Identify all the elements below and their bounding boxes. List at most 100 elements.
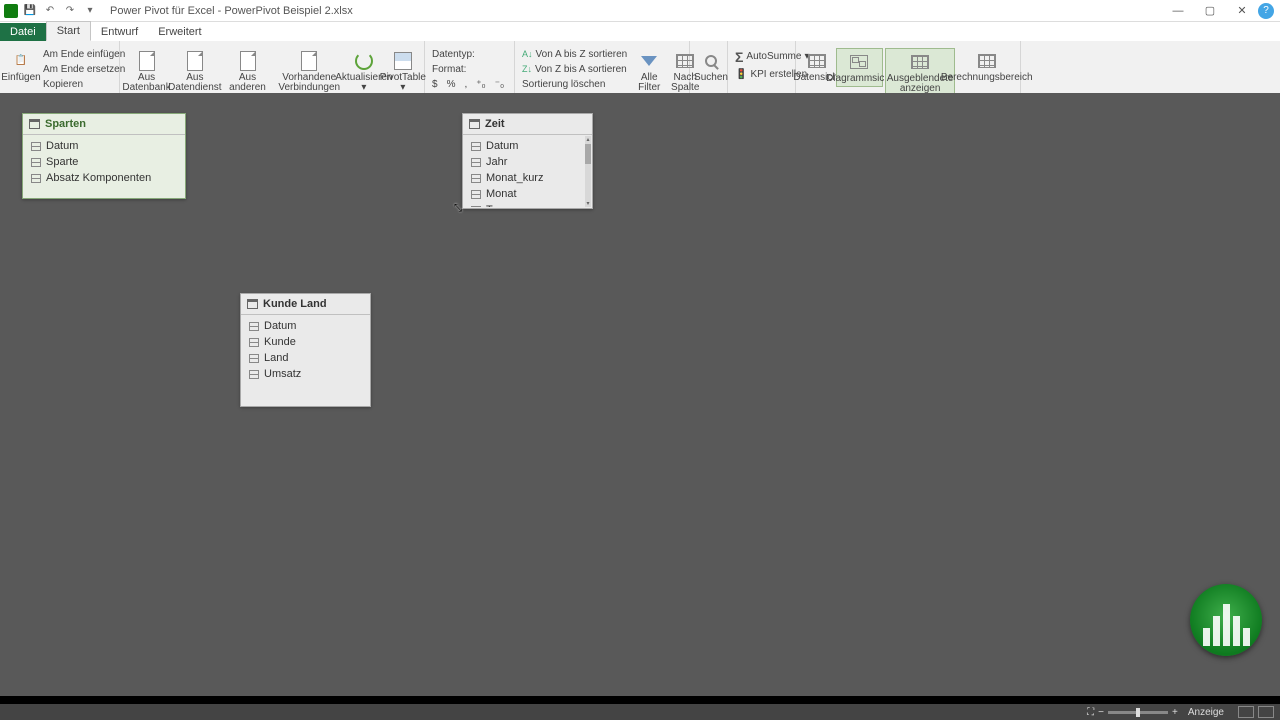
funnel-icon	[641, 56, 657, 66]
diagram-canvas[interactable]: Sparten Datum Sparte Absatz Komponenten …	[0, 93, 1280, 696]
refresh-button[interactable]: Aktualisieren ▾	[344, 48, 384, 96]
connections-icon	[301, 51, 317, 71]
paste-button[interactable]: 📋 Einfügen	[4, 48, 38, 86]
field-sparten-datum[interactable]: Datum	[27, 138, 181, 154]
paste-replace-button[interactable]: Am Ende ersetzen	[40, 63, 128, 76]
tab-file[interactable]: Datei	[0, 23, 46, 41]
column-icon	[471, 174, 481, 183]
sort-za-button[interactable]: Z↓Von Z bis A sortieren	[519, 63, 630, 76]
diagramview-icon	[850, 55, 868, 69]
find-button[interactable]: Suchen	[694, 48, 728, 86]
sort-az-button[interactable]: A↓Von A bis Z sortieren	[519, 48, 630, 61]
sort-az-icon: A↓	[522, 49, 533, 59]
column-icon	[471, 190, 481, 199]
field-zeit-tag[interactable]: Tag	[467, 202, 588, 207]
ribbon: 📋 Einfügen Am Ende einfügen Am Ende erse…	[0, 41, 1280, 97]
scroll-down-icon[interactable]: ▾	[585, 200, 591, 207]
table-icon	[469, 119, 480, 129]
zoom-knob[interactable]	[1136, 708, 1140, 717]
column-icon	[249, 338, 259, 347]
field-zeit-jahr[interactable]: Jahr	[467, 154, 588, 170]
clear-sort-button[interactable]: Sortierung löschen	[519, 78, 630, 91]
tab-start[interactable]: Start	[46, 21, 91, 41]
close-button[interactable]: ✕	[1226, 0, 1258, 22]
table-icon	[29, 119, 40, 129]
ribbon-tabstrip: Datei Start Entwurf Erweitert	[0, 22, 1280, 41]
existing-connections-button[interactable]: Vorhandene Verbindungen	[276, 48, 342, 96]
table-zeit-title: Zeit	[485, 118, 505, 130]
qat-undo-icon[interactable]: ↶	[42, 3, 58, 19]
zoom-in-button[interactable]: +	[1172, 707, 1178, 718]
scroll-thumb[interactable]	[585, 144, 591, 164]
qat-customize-icon[interactable]: ▾	[82, 3, 98, 19]
field-kl-land[interactable]: Land	[245, 350, 366, 366]
field-zeit-monat[interactable]: Monat	[467, 186, 588, 202]
othersource-icon	[240, 51, 256, 71]
minimize-button[interactable]: —	[1162, 0, 1194, 22]
database-icon	[139, 51, 155, 71]
zoom-control[interactable]: ⛶ − +	[1087, 707, 1178, 718]
field-sparten-sparte[interactable]: Sparte	[27, 154, 181, 170]
table-kundeland[interactable]: Kunde Land Datum Kunde Land Umsatz	[240, 293, 371, 407]
decrease-decimal-button[interactable]: ⁻₀	[492, 78, 507, 91]
sigma-icon: Σ	[735, 49, 743, 65]
field-kl-datum[interactable]: Datum	[245, 318, 366, 334]
zoom-out-button[interactable]: −	[1098, 707, 1104, 718]
fit-icon[interactable]: ⛶	[1087, 707, 1094, 718]
column-icon	[471, 158, 481, 167]
search-icon	[705, 55, 717, 67]
column-icon	[249, 354, 259, 363]
qat-save-icon[interactable]: 💾	[22, 3, 38, 19]
tab-advanced[interactable]: Erweitert	[148, 23, 211, 41]
percent-button[interactable]: %	[444, 78, 459, 91]
title-bar: 💾 ↶ ↷ ▾ Power Pivot für Excel - PowerPiv…	[0, 0, 1280, 22]
dataservice-icon	[187, 51, 203, 71]
resize-cursor-icon: ⤡	[454, 203, 462, 214]
sort-za-icon: Z↓	[522, 64, 532, 74]
pivottable-icon	[394, 52, 412, 70]
column-icon	[31, 174, 41, 183]
maximize-button[interactable]: ▢	[1194, 0, 1226, 22]
currency-button[interactable]: $	[429, 78, 441, 91]
table-kundeland-title: Kunde Land	[263, 298, 327, 310]
format-selector[interactable]: Format:	[429, 63, 510, 76]
copy-button[interactable]: Kopieren	[40, 78, 128, 91]
watermark-logo	[1190, 584, 1262, 656]
dataview-icon	[808, 54, 826, 68]
table-zeit[interactable]: Zeit Datum Jahr Monat_kurz Monat Tag ▴ ▾	[462, 113, 593, 209]
comma-button[interactable]: ,	[461, 78, 470, 91]
diagram-view-button[interactable]: Diagrammsicht	[836, 48, 883, 88]
refresh-icon	[355, 52, 373, 70]
datatype-selector[interactable]: Datentyp:	[429, 48, 510, 61]
table-sparten[interactable]: Sparten Datum Sparte Absatz Komponenten	[22, 113, 186, 199]
column-icon	[249, 370, 259, 379]
column-icon	[31, 142, 41, 151]
field-zeit-datum[interactable]: Datum	[467, 138, 588, 154]
view-mode-grid-button[interactable]	[1238, 706, 1254, 718]
table-sparten-title: Sparten	[45, 118, 86, 130]
window-title: Power Pivot für Excel - PowerPivot Beisp…	[110, 5, 353, 17]
app-icon	[4, 4, 18, 18]
qat-redo-icon[interactable]: ↷	[62, 3, 78, 19]
kpi-icon: 🚦	[735, 69, 747, 80]
field-kl-umsatz[interactable]: Umsatz	[245, 366, 366, 382]
field-sparten-absatz[interactable]: Absatz Komponenten	[27, 170, 181, 186]
paste-append-button[interactable]: Am Ende einfügen	[40, 48, 128, 61]
zoom-slider[interactable]	[1108, 711, 1168, 714]
scroll-up-icon[interactable]: ▴	[585, 136, 591, 143]
hidden-icon	[911, 55, 929, 69]
field-zeit-monatkurz[interactable]: Monat_kurz	[467, 170, 588, 186]
tab-design[interactable]: Entwurf	[91, 23, 148, 41]
clipboard-icon: 📋	[10, 50, 32, 72]
view-mode-diagram-button[interactable]	[1258, 706, 1274, 718]
increase-decimal-button[interactable]: ⁺₀	[473, 78, 488, 91]
column-icon	[471, 206, 481, 208]
status-bar: ⛶ − + Anzeige	[0, 704, 1280, 720]
calcarea-icon	[978, 54, 996, 68]
table-zeit-scrollbar[interactable]: ▴ ▾	[585, 136, 591, 207]
column-icon	[31, 158, 41, 167]
help-icon[interactable]: ?	[1258, 3, 1274, 19]
calc-area-button[interactable]: Berechnungsbereich	[957, 48, 1016, 86]
pivottable-button[interactable]: PivotTable ▾	[386, 48, 420, 96]
field-kl-kunde[interactable]: Kunde	[245, 334, 366, 350]
